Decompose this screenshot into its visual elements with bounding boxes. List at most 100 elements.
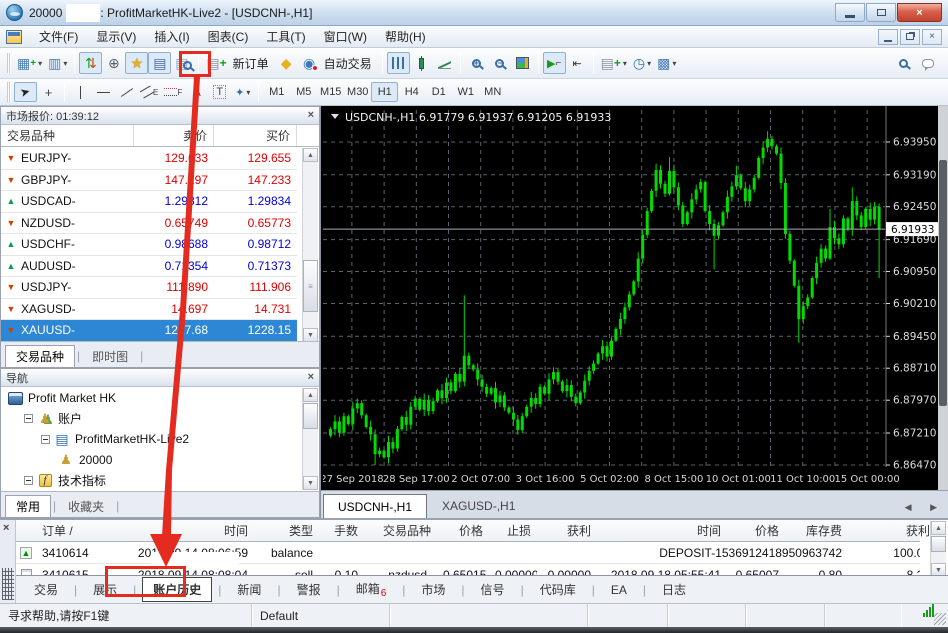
text-button[interactable]: A [185, 82, 208, 102]
terminal-column-5[interactable]: 价格 [437, 522, 489, 539]
templates-button[interactable]: ▩▾ [654, 52, 679, 74]
mdi-restore-button[interactable] [900, 29, 920, 45]
chart-tab-scroll-arrows[interactable]: ◀ ▶ [905, 502, 947, 513]
market-watch-row[interactable]: ▼NZDUSD-0.657490.65773 [1, 213, 297, 235]
period-button-m1[interactable]: M1 [263, 82, 290, 102]
column-symbol[interactable]: 交易品种 [1, 125, 134, 146]
period-button-m30[interactable]: M30 [344, 82, 371, 102]
market-watch-tab[interactable]: 即时图 [82, 345, 138, 367]
expand-collapse-icon[interactable] [41, 435, 50, 444]
crosshair-button[interactable]: + [37, 82, 60, 102]
new-order-label[interactable]: 新订单 [233, 55, 269, 72]
text-label-button[interactable]: T [208, 82, 231, 102]
horizontal-line-button[interactable] [92, 82, 115, 102]
autotrading-label[interactable]: 自动交易 [324, 55, 372, 72]
menu-item[interactable]: 工具(T) [257, 25, 314, 48]
indicators-button[interactable]: ▤+▾ [598, 52, 630, 74]
line-chart-button[interactable] [433, 52, 456, 74]
terminal-tab-11[interactable]: 日志 [652, 578, 696, 601]
menu-item[interactable]: 文件(F) [30, 25, 87, 48]
channel-button[interactable]: E [138, 82, 161, 102]
profiles-button[interactable]: ▥▾ [45, 52, 70, 74]
terminal-column-1[interactable]: 时间 [122, 522, 254, 539]
tree-item[interactable]: Profit Market HK [1, 388, 297, 409]
arrows-button[interactable]: ✦▾ [231, 82, 254, 102]
terminal-close-icon[interactable]: × [3, 522, 9, 534]
search-icon[interactable] [899, 59, 908, 68]
maximize-button[interactable] [866, 3, 896, 22]
tile-windows-button[interactable] [511, 52, 534, 74]
market-watch-row[interactable]: ▼USDJPY-111.890111.906 [1, 277, 297, 299]
menu-item[interactable]: 插入(I) [145, 25, 198, 48]
terminal-tab-4[interactable]: 新闻 [227, 578, 271, 601]
price-chart[interactable]: 27 Sep 201828 Sep 17:002 Oct 07:003 Oct … [323, 106, 939, 490]
market-watch-tab[interactable]: 交易品种 [5, 345, 75, 367]
period-button-h1[interactable]: H1 [371, 82, 398, 102]
auto-scroll-button[interactable]: ▶⌐ [543, 52, 566, 74]
trendline-button[interactable] [115, 82, 138, 102]
mdi-close-button[interactable]: × [922, 29, 942, 45]
terminal-column-6[interactable]: 止损 [489, 522, 537, 539]
terminal-tab-10[interactable]: EA [601, 580, 637, 600]
scroll-thumb[interactable]: ≡ [303, 260, 318, 312]
scroll-down-icon[interactable]: ▼ [303, 328, 318, 342]
scroll-up-icon[interactable]: ▲ [303, 388, 318, 402]
market-watch-button[interactable]: ⇅ [79, 52, 102, 74]
terminal-column-8[interactable]: 时间 [597, 522, 727, 539]
navigator-tab[interactable]: 收藏夹 [58, 495, 114, 517]
menu-item[interactable]: 帮助(H) [376, 25, 435, 48]
cursor-button[interactable]: ➤ [14, 82, 37, 102]
terminal-tab-1[interactable]: 交易 [24, 578, 68, 601]
quick-navigation-icon[interactable] [2, 568, 14, 600]
terminal-tab-6[interactable]: 邮箱6 [346, 577, 397, 602]
navigator-close-icon[interactable]: × [308, 372, 314, 383]
tree-item[interactable]: ▤ProfitMarketHK-Live2 [1, 429, 297, 450]
terminal-column-9[interactable]: 价格 [727, 522, 785, 539]
chart-scrollbar[interactable] [938, 106, 948, 490]
period-button-m5[interactable]: M5 [290, 82, 317, 102]
terminal-column-0[interactable]: 订单 / [36, 522, 122, 539]
scroll-down-icon[interactable]: ▼ [303, 476, 318, 490]
market-watch-row[interactable]: ▼GBPJPY-147.197147.233 [1, 170, 297, 192]
zoom-out-button[interactable] [488, 52, 511, 74]
scroll-up-icon[interactable]: ▲ [931, 521, 946, 535]
tree-item[interactable]: ♟20000 [1, 450, 297, 471]
scroll-thumb[interactable] [303, 403, 318, 429]
market-watch-row[interactable]: ▼EURJPY-129.633129.655 [1, 148, 297, 170]
market-watch-close-icon[interactable]: × [308, 110, 314, 121]
community-chat-icon[interactable] [922, 59, 934, 68]
new-chart-button[interactable]: ▦+▾ [14, 52, 45, 74]
period-button-mn[interactable]: MN [479, 82, 506, 102]
column-sell[interactable]: 卖价 [134, 125, 214, 146]
tree-item[interactable]: ♟账户 [1, 409, 297, 430]
status-profile[interactable]: Default [252, 604, 390, 627]
data-window-button[interactable]: ⊕ [102, 52, 125, 74]
zoom-in-button[interactable] [465, 52, 488, 74]
terminal-column-4[interactable]: 交易品种 [364, 522, 437, 539]
scroll-thumb[interactable] [931, 536, 946, 552]
mdi-minimize-button[interactable] [878, 29, 898, 45]
navigator-scrollbar[interactable]: ▲ ▼ [302, 388, 318, 490]
market-watch-row[interactable]: ▼XAUUSD-1227.681228.15 [1, 320, 297, 342]
navigator-button[interactable]: ★ [125, 52, 148, 74]
menu-item[interactable]: 图表(C) [199, 25, 258, 48]
close-button[interactable]: × [897, 3, 942, 22]
terminal-button[interactable]: ▤ [148, 52, 171, 74]
period-button-h4[interactable]: H4 [398, 82, 425, 102]
terminal-tab-7[interactable]: 市场 [411, 578, 455, 601]
candlestick-chart-button[interactable] [410, 52, 433, 74]
market-watch-row[interactable]: ▲USDCHF-0.986880.98712 [1, 234, 297, 256]
terminal-column-2[interactable]: 类型 [254, 522, 319, 539]
market-watch-row[interactable]: ▲USDCAD-1.298121.29834 [1, 191, 297, 213]
market-watch-row[interactable]: ▼XAGUSD-14.69714.731 [1, 299, 297, 321]
expand-collapse-icon[interactable] [24, 476, 33, 485]
minimize-button[interactable] [835, 3, 865, 22]
period-button-m15[interactable]: M15 [317, 82, 344, 102]
period-button-d1[interactable]: D1 [425, 82, 452, 102]
period-button-w1[interactable]: W1 [452, 82, 479, 102]
column-buy[interactable]: 买价 [214, 125, 297, 146]
expand-collapse-icon[interactable] [24, 414, 33, 423]
market-watch-row[interactable]: ▲AUDUSD-0.713540.71373 [1, 256, 297, 278]
periods-button[interactable]: ◷▾ [630, 52, 654, 74]
market-watch-scrollbar[interactable]: ▲ ≡ ▼ [302, 148, 318, 342]
